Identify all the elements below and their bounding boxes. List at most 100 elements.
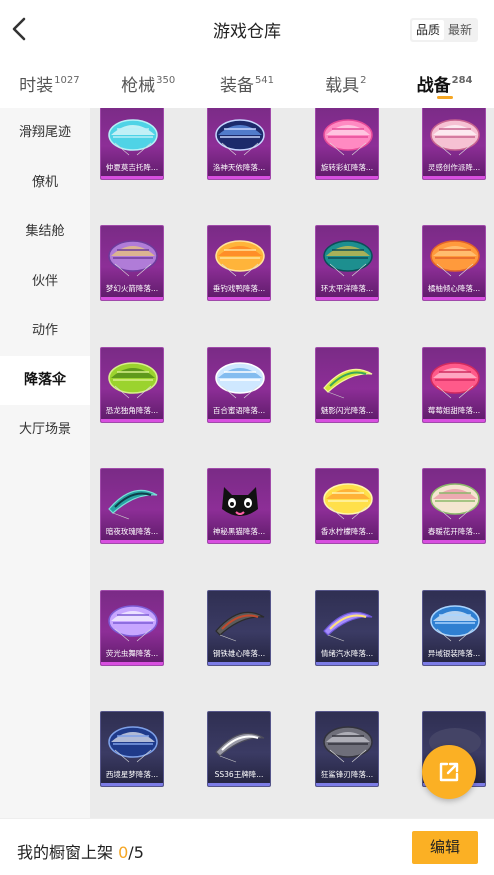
parachute-item-card[interactable]: 仲夏莫吉托降... [100, 108, 164, 180]
sidebar-item-parachute[interactable]: 降落伞 [0, 355, 90, 405]
parachute-item-card[interactable]: 异域银装降落... [422, 590, 486, 666]
parachute-orange-citrus-icon [430, 240, 480, 277]
rarity-bar [208, 297, 270, 300]
rarity-bar [208, 540, 270, 543]
rarity-bar [101, 662, 163, 665]
item-name: 钢铁雄心降落... [212, 649, 266, 658]
edit-button[interactable]: 编辑 [412, 831, 478, 864]
tab-count: 2 [360, 75, 367, 86]
parachute-item-card[interactable]: 香水柠檬降落... [315, 468, 379, 544]
parachute-lavender-lantern-icon [108, 605, 158, 642]
parachute-item-card[interactable]: 情绪汽水降落... [315, 590, 379, 666]
rarity-bar [316, 662, 378, 665]
item-name: 旋转彩虹降落... [320, 163, 374, 172]
parachute-dark-teal-wing-icon [108, 489, 158, 520]
category-tabs: 时装1027 枪械350 装备541 载具2 战备284 [0, 58, 494, 108]
sidebar-item-emote[interactable]: 动作 [0, 306, 90, 356]
showcase-max-count: 5 [133, 843, 144, 862]
rarity-bar [316, 783, 378, 786]
showcase-status: 我的橱窗上架 0/5 [17, 839, 144, 863]
item-name: 荧光虫舞降落... [105, 649, 159, 658]
parachute-item-card[interactable]: 灵感创作派降... [422, 108, 486, 180]
parachute-steel-wing-icon [215, 611, 265, 642]
tab-label: 时装 [19, 76, 54, 96]
parachute-item-card[interactable]: 百合蜜语降落... [207, 347, 271, 423]
tab-vehicles[interactable]: 载具2 [296, 58, 395, 108]
parachute-item-card[interactable]: 神秘黑猫降落... [207, 468, 271, 544]
tab-label: 枪械 [121, 76, 156, 96]
parachute-yellow-green-wing-icon [323, 368, 373, 399]
black-cat-parachute-icon [222, 487, 258, 516]
parachute-item-card[interactable]: 洛神天依降落... [207, 108, 271, 180]
tab-equipment[interactable]: 装备541 [198, 58, 297, 108]
parachute-item-card[interactable]: 暗夜玫瑰降落... [100, 468, 164, 544]
parachute-item-card[interactable]: 环太平洋降落... [315, 225, 379, 301]
parachute-rocket-pattern-icon [108, 240, 158, 277]
parachute-item-card[interactable]: 荧光虫舞降落... [100, 590, 164, 666]
item-name: 梦幻火箭降落... [105, 284, 159, 293]
item-name: 橘柚倾心降落... [427, 284, 481, 293]
sort-toggle: 品质 最新 [409, 18, 478, 42]
item-name: 洛神天依降落... [212, 163, 266, 172]
share-fab-button[interactable] [422, 745, 476, 799]
parachute-item-card[interactable]: 莓莓姐甜降落... [422, 347, 486, 423]
rarity-bar [101, 540, 163, 543]
sidebar-item-wingman[interactable]: 僚机 [0, 158, 90, 208]
tab-fashion[interactable]: 时装1027 [0, 58, 99, 108]
parachute-item-card[interactable]: 垂钓戏鸭降落... [207, 225, 271, 301]
item-name: 恐龙独角降落... [105, 406, 159, 415]
item-name: 百合蜜语降落... [212, 406, 266, 415]
sort-option-quality[interactable]: 品质 [411, 20, 444, 40]
tab-count: 1027 [54, 75, 80, 86]
showcase-label: 我的橱窗上架 [17, 843, 114, 862]
parachute-item-card[interactable]: 梦幻火箭降落... [100, 225, 164, 301]
parachute-blue-ornate-icon [430, 605, 480, 642]
parachute-navy-floral-icon [215, 119, 265, 156]
item-name: 暗夜玫瑰降落... [105, 527, 159, 536]
item-name: 灵感创作派降... [427, 163, 481, 172]
item-name: 春暖花开降落... [427, 527, 481, 536]
item-grid: 仲夏莫吉托降... 洛神天依降落... 旋转彩虹降落... 灵感创作派降... 梦幻火箭… [90, 108, 494, 818]
sort-option-newest[interactable]: 最新 [444, 20, 476, 40]
sidebar-item-companion[interactable]: 伙伴 [0, 257, 90, 307]
rarity-bar [316, 540, 378, 543]
tab-weapons[interactable]: 枪械350 [99, 58, 198, 108]
parachute-item-card[interactable]: 钢铁雄心降落... [207, 590, 271, 666]
parachute-gray-shark-icon [323, 726, 373, 763]
item-name: SS36王牌降... [214, 770, 264, 779]
item-name: 仲夏莫吉托降... [105, 163, 159, 172]
sidebar-item-lobby-scene[interactable]: 大厅场景 [0, 405, 90, 455]
parachute-item-card[interactable]: 西境星梦降落... [100, 711, 164, 787]
parachute-item-card[interactable]: 橘柚倾心降落... [422, 225, 486, 301]
parachute-soda-wing-icon [323, 611, 373, 642]
parachute-item-card[interactable]: SS36王牌降... [207, 711, 271, 787]
parachute-teal-mech-icon [323, 240, 373, 277]
item-name: 香水柠檬降落... [320, 527, 374, 536]
item-name: 神秘黑猫降落... [212, 527, 266, 536]
parachute-item-card[interactable]: 春暖花开降落... [422, 468, 486, 544]
showcase-current-count: 0 [118, 843, 129, 862]
parachute-berry-pink-icon [430, 362, 480, 399]
tab-combat-gear[interactable]: 战备284 [395, 58, 494, 108]
parachute-item-card[interactable]: 旋转彩虹降落... [315, 108, 379, 180]
parachute-pink-doodle-icon [430, 119, 480, 156]
parachute-spring-flowers-icon [430, 483, 480, 520]
rarity-bar [423, 540, 485, 543]
sidebar-item-glide-trail[interactable]: 滑翔尾迹 [0, 108, 90, 158]
rarity-bar [423, 662, 485, 665]
rarity-bar [423, 176, 485, 179]
tab-label: 战备 [416, 76, 451, 96]
parachute-item-card[interactable]: 魅影闪光降落... [315, 347, 379, 423]
rarity-bar [101, 297, 163, 300]
sidebar-item-rally-pod[interactable]: 集结舱 [0, 207, 90, 257]
parachute-item-card[interactable]: 恐龙独角降落... [100, 347, 164, 423]
rarity-bar [208, 783, 270, 786]
rarity-bar [208, 176, 270, 179]
tab-count: 350 [156, 75, 176, 86]
parachute-item-card[interactable]: 狂鲨锋刃降落... [315, 711, 379, 787]
parachute-pink-swirl-icon [323, 119, 373, 156]
parachute-lily-blue-icon [215, 362, 265, 399]
item-name: 西境星梦降落... [105, 770, 159, 779]
item-name: 狂鲨锋刃降落... [320, 770, 374, 779]
footer: 我的橱窗上架 0/5 编辑 [0, 818, 494, 875]
